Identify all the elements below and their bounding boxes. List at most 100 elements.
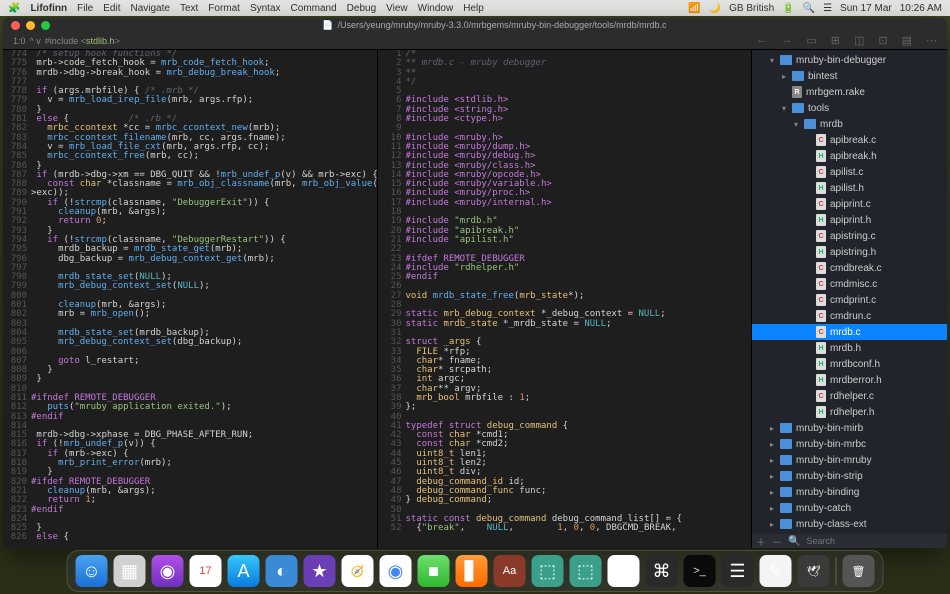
file-mrdb.h[interactable]: Hmrdb.h <box>752 340 947 356</box>
file-rdhelper.c[interactable]: Crdhelper.c <box>752 388 947 404</box>
dock-launchpad[interactable]: ▦ <box>114 555 146 587</box>
file-cmdmisc.c[interactable]: Ccmdmisc.c <box>752 276 947 292</box>
search-input[interactable] <box>806 536 943 546</box>
file-tree[interactable]: ▾mruby-bin-debugger▸bintestRmrbgem.rake▾… <box>752 50 947 534</box>
dock-mint1[interactable]: ⬚ <box>532 555 564 587</box>
disclosure-icon[interactable]: ▾ <box>792 120 800 129</box>
dock-dove[interactable]: 🕊 <box>798 555 830 587</box>
file-mrdb.c[interactable]: Cmrdb.c <box>752 324 947 340</box>
dock-dictionary[interactable]: Aa <box>494 555 526 587</box>
file-apibreak.h[interactable]: Hapibreak.h <box>752 148 947 164</box>
dock-calendar[interactable]: 17 <box>190 555 222 587</box>
disclosure-icon[interactable]: ▾ <box>768 56 776 65</box>
folder-bintest[interactable]: ▸bintest <box>752 68 947 84</box>
file-apistring.c[interactable]: Capistring.c <box>752 228 947 244</box>
dock-finder[interactable]: ☺ <box>76 555 108 587</box>
folder-mruby-class-ext[interactable]: ▸mruby-class-ext <box>752 516 947 532</box>
dock-photos[interactable]: ✿ <box>608 555 640 587</box>
menu-navigate[interactable]: Navigate <box>130 3 169 14</box>
disclosure-icon[interactable]: ▸ <box>768 520 776 529</box>
remove-icon[interactable]: － <box>772 534 782 549</box>
folder-mruby-bin-debugger[interactable]: ▾mruby-bin-debugger <box>752 52 947 68</box>
code-area[interactable]: /* setup hook functions */ mrb->code_fet… <box>31 50 377 548</box>
menu-debug[interactable]: Debug <box>347 3 376 14</box>
dock-app-dark1[interactable]: ⌘ <box>646 555 678 587</box>
code-area[interactable]: /* ** mrdb.c - mruby debugger ** */ #inc… <box>406 50 752 548</box>
editor-pane-left[interactable]: 774 775 776 777 778 779 780 781 782 783 … <box>3 50 378 548</box>
dock-trash[interactable]: 🗑 <box>843 555 875 587</box>
file-cmdrun.c[interactable]: Ccmdrun.c <box>752 308 947 324</box>
date[interactable]: Sun 17 Mar <box>840 3 892 14</box>
dock-terminal[interactable]: >_ <box>684 555 716 587</box>
file-cmdbreak.c[interactable]: Ccmdbreak.c <box>752 260 947 276</box>
disclosure-icon[interactable]: ▸ <box>768 424 776 433</box>
nav-fwd-icon[interactable]: → <box>781 34 792 47</box>
file-mrdbconf.h[interactable]: Hmrdbconf.h <box>752 356 947 372</box>
dock-textedit[interactable]: ✎ <box>760 555 792 587</box>
disclosure-icon[interactable]: ▸ <box>768 456 776 465</box>
menu-view[interactable]: View <box>386 3 408 14</box>
folder-tools[interactable]: ▾tools <box>752 100 947 116</box>
file-apilist.c[interactable]: Capilist.c <box>752 164 947 180</box>
menu-file[interactable]: File <box>77 3 93 14</box>
folder-mruby-binding[interactable]: ▸mruby-binding <box>752 484 947 500</box>
file-cmdprint.c[interactable]: Ccmdprint.c <box>752 292 947 308</box>
folder-mrdb[interactable]: ▾mrdb <box>752 116 947 132</box>
dock-appstore[interactable]: A <box>228 555 260 587</box>
apple-icon[interactable]: 🧩 <box>8 3 20 14</box>
disclosure-icon[interactable]: ▾ <box>780 104 788 113</box>
dnd-icon[interactable]: 🌙 <box>709 3 721 14</box>
folder-mruby-bin-mirb[interactable]: ▸mruby-bin-mirb <box>752 420 947 436</box>
lang-icon[interactable]: GB British <box>729 3 774 14</box>
menu-syntax[interactable]: Syntax <box>250 3 281 14</box>
dock-safari[interactable]: 🧭 <box>342 555 374 587</box>
nav-back-icon[interactable]: ← <box>756 34 767 47</box>
disclosure-icon[interactable]: ▸ <box>768 440 776 449</box>
disclosure-icon[interactable]: ▸ <box>768 504 776 513</box>
tb-icon[interactable]: ◫ <box>854 34 864 47</box>
file-apistring.h[interactable]: Hapistring.h <box>752 244 947 260</box>
tb-icon[interactable]: ▤ <box>902 34 912 47</box>
file-mrdberror.h[interactable]: Hmrdberror.h <box>752 372 947 388</box>
breadcrumb[interactable]: #include <stdlib.h> <box>45 36 120 46</box>
file-mrbgem.rake[interactable]: Rmrbgem.rake <box>752 84 947 100</box>
time[interactable]: 10:26 AM <box>900 3 942 14</box>
disclosure-icon[interactable]: ▸ <box>768 472 776 481</box>
close-button[interactable] <box>11 21 20 30</box>
folder-mruby-catch[interactable]: ▸mruby-catch <box>752 500 947 516</box>
battery-icon[interactable]: 🔋 <box>782 3 794 14</box>
dock-podcasts[interactable]: ◉ <box>152 555 184 587</box>
add-icon[interactable]: ＋ <box>756 534 766 549</box>
dock-mint2[interactable]: ⬚ <box>570 555 602 587</box>
dock-app-blue[interactable]: ◐ <box>266 555 298 587</box>
wifi-icon[interactable]: 📶 <box>688 3 700 14</box>
zoom-button[interactable] <box>41 21 50 30</box>
app-name[interactable]: Lifofinn <box>30 3 67 14</box>
file-apiprint.c[interactable]: Capiprint.c <box>752 196 947 212</box>
dock-app-purple[interactable]: ★ <box>304 555 336 587</box>
control-center-icon[interactable]: ☰ <box>823 3 832 14</box>
dock-chrome[interactable]: ◉ <box>380 555 412 587</box>
spotlight-icon[interactable]: 🔍 <box>803 3 815 14</box>
disclosure-icon[interactable]: ▸ <box>780 72 788 81</box>
tb-icon[interactable]: ⋯ <box>926 34 937 47</box>
minimize-button[interactable] <box>26 21 35 30</box>
folder-mruby-bin-mrbc[interactable]: ▸mruby-bin-mrbc <box>752 436 947 452</box>
dock-books[interactable]: ▋ <box>456 555 488 587</box>
tb-icon[interactable]: ▭ <box>806 34 816 47</box>
menu-command[interactable]: Command <box>291 3 337 14</box>
file-apiprint.h[interactable]: Hapiprint.h <box>752 212 947 228</box>
menu-edit[interactable]: Edit <box>103 3 120 14</box>
dock-facetime[interactable]: ■ <box>418 555 450 587</box>
tb-icon[interactable]: ⊞ <box>831 34 840 47</box>
menu-text[interactable]: Text <box>180 3 198 14</box>
menu-window[interactable]: Window <box>418 3 454 14</box>
menu-format[interactable]: Format <box>208 3 240 14</box>
editor-pane-right[interactable]: 1 2 3 4 5 6 7 8 9 10 11 12 13 14 15 16 1… <box>378 50 752 548</box>
disclosure-icon[interactable]: ▸ <box>768 488 776 497</box>
menu-help[interactable]: Help <box>463 3 484 14</box>
tb-icon[interactable]: ⊡ <box>878 34 887 47</box>
dock-app-dark2[interactable]: ☰ <box>722 555 754 587</box>
folder-mruby-bin-mruby[interactable]: ▸mruby-bin-mruby <box>752 452 947 468</box>
file-apibreak.c[interactable]: Capibreak.c <box>752 132 947 148</box>
